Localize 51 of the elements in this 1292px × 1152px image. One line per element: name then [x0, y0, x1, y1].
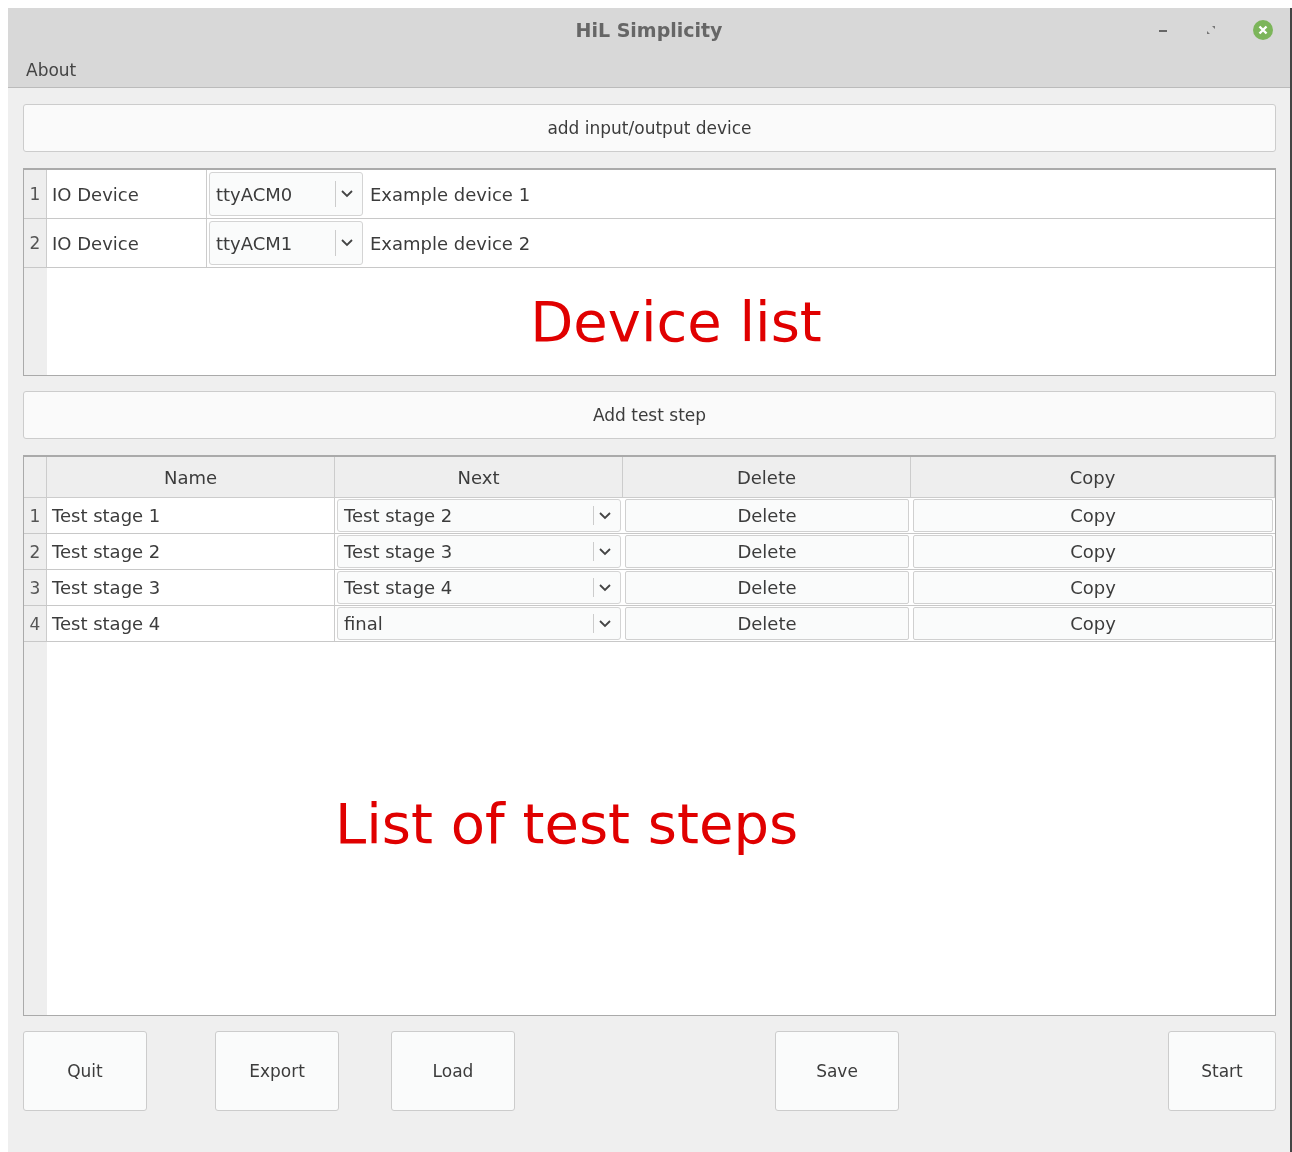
chevron-down-icon [598, 618, 612, 629]
table-cell: Test stage 3 [47, 570, 335, 605]
restore-icon[interactable] [1204, 23, 1218, 37]
next-dropdown[interactable]: final [337, 607, 621, 640]
action-button[interactable]: Load [391, 1031, 515, 1111]
row-number: 1 [24, 498, 47, 533]
action-button[interactable]: Quit [23, 1031, 147, 1111]
table-cell: IO Device [47, 170, 207, 218]
copy-button[interactable]: Copy [913, 535, 1273, 568]
copy-button[interactable]: Copy [913, 607, 1273, 640]
copy-button[interactable]: Copy [913, 571, 1273, 604]
table-cell: Test stage 2 [47, 534, 335, 569]
add-step-button[interactable]: Add test step [23, 391, 1276, 439]
delete-button[interactable]: Delete [625, 571, 909, 604]
next-dropdown[interactable]: Test stage 2 [337, 499, 621, 532]
column-header[interactable]: Next [335, 457, 623, 497]
next-dropdown[interactable]: Test stage 3 [337, 535, 621, 568]
port-dropdown[interactable]: ttyACM1 [209, 221, 363, 265]
chevron-down-icon [598, 510, 612, 521]
table-cell: Test stage 1 [47, 498, 335, 533]
row-number: 1 [24, 170, 47, 218]
table-cell: IO Device [47, 219, 207, 267]
chevron-down-icon [598, 546, 612, 557]
action-button[interactable]: Save [775, 1031, 899, 1111]
add-device-button[interactable]: add input/output device [23, 104, 1276, 152]
table-cell-text: Example device 1 [369, 182, 532, 207]
menu-item[interactable]: About [26, 59, 77, 80]
annotation-text: List of test steps [335, 791, 799, 856]
chevron-down-icon [340, 238, 354, 248]
window-title: HiL Simplicity [575, 19, 723, 41]
row-number: 2 [24, 534, 47, 569]
delete-button[interactable]: Delete [625, 607, 909, 640]
next-dropdown[interactable]: Test stage 4 [337, 571, 621, 604]
table-cell-text: Example device 2 [369, 231, 532, 256]
column-header[interactable]: Name [47, 457, 335, 497]
column-header[interactable]: Delete [623, 457, 911, 497]
port-dropdown[interactable]: ttyACM0 [209, 172, 363, 216]
table-cell: Test stage 4 [47, 606, 335, 641]
row-number: 4 [24, 606, 47, 641]
action-button[interactable]: Start [1168, 1031, 1276, 1111]
row-number: 2 [24, 219, 47, 267]
chevron-down-icon [340, 189, 354, 199]
copy-button[interactable]: Copy [913, 499, 1273, 532]
action-button[interactable]: Export [215, 1031, 339, 1111]
column-header[interactable]: Copy [911, 457, 1275, 497]
row-number: 3 [24, 570, 47, 605]
close-icon[interactable] [1252, 19, 1274, 41]
delete-button[interactable]: Delete [625, 535, 909, 568]
delete-button[interactable]: Delete [625, 499, 909, 532]
chevron-down-icon [598, 582, 612, 593]
annotation-text: Device list [530, 289, 822, 354]
